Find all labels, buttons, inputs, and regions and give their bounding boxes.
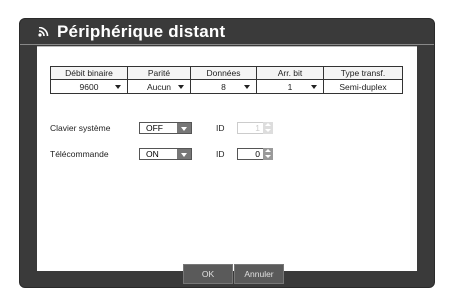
chevron-down-icon <box>177 149 191 159</box>
stop-bit-select[interactable]: 1 <box>256 79 324 94</box>
serial-settings-table: Débit binaire Parité Données Arr. bit Ty… <box>50 66 403 94</box>
cancel-button[interactable]: Annuler <box>234 264 284 284</box>
remote-id-stepper[interactable]: 0 <box>237 148 273 160</box>
keyboard-value: OFF <box>146 123 163 133</box>
stepper-arrows <box>263 122 273 134</box>
remote-dropdown[interactable]: ON <box>139 148 192 160</box>
transfer-type-value: Semi-duplex <box>323 79 403 94</box>
keyboard-dropdown[interactable]: OFF <box>139 122 192 134</box>
title-bar: Périphérique distant <box>20 19 434 45</box>
remote-id-value: 0 <box>255 149 260 159</box>
arrow-up-icon[interactable] <box>265 149 271 152</box>
keyboard-id-value: 1 <box>255 123 260 133</box>
chevron-down-icon <box>115 85 121 89</box>
arrow-down-icon <box>265 129 271 132</box>
header-data: Données <box>190 66 257 80</box>
stepper-arrows[interactable] <box>263 148 273 160</box>
dialog-title: Périphérique distant <box>57 22 226 41</box>
arrow-up-icon <box>265 123 271 126</box>
keyboard-id-stepper: 1 <box>237 122 273 134</box>
remote-id-field[interactable]: 0 <box>237 148 264 160</box>
header-bitrate: Débit binaire <box>50 66 128 80</box>
data-bits-value: 8 <box>221 81 226 92</box>
stop-bit-value: 1 <box>287 81 293 92</box>
data-bits-select[interactable]: 8 <box>190 79 257 94</box>
remote-label: Télécommande <box>50 149 109 159</box>
remote-device-dialog: Périphérique distant Débit binaire Parit… <box>19 18 435 288</box>
header-stop-bit: Arr. bit <box>256 66 324 80</box>
bitrate-select[interactable]: 9600 <box>50 79 128 94</box>
chevron-down-icon <box>244 85 250 89</box>
keyboard-id-label: ID <box>216 123 225 133</box>
parity-value: Aucun <box>146 81 172 92</box>
signal-icon <box>38 27 49 37</box>
chevron-down-icon <box>177 123 191 133</box>
keyboard-label: Clavier système <box>50 123 111 133</box>
ok-button[interactable]: OK <box>183 264 233 284</box>
keyboard-id-field: 1 <box>237 122 264 134</box>
chevron-down-icon <box>178 85 184 89</box>
arrow-down-icon[interactable] <box>265 155 271 158</box>
remote-value: ON <box>146 149 159 159</box>
remote-id-label: ID <box>216 149 225 159</box>
parity-select[interactable]: Aucun <box>127 79 191 94</box>
chevron-down-icon <box>311 85 317 89</box>
header-transfer-type: Type transf. <box>323 66 403 80</box>
bitrate-value: 9600 <box>79 81 99 92</box>
settings-panel: Débit binaire Parité Données Arr. bit Ty… <box>37 46 417 271</box>
header-parity: Parité <box>127 66 191 80</box>
